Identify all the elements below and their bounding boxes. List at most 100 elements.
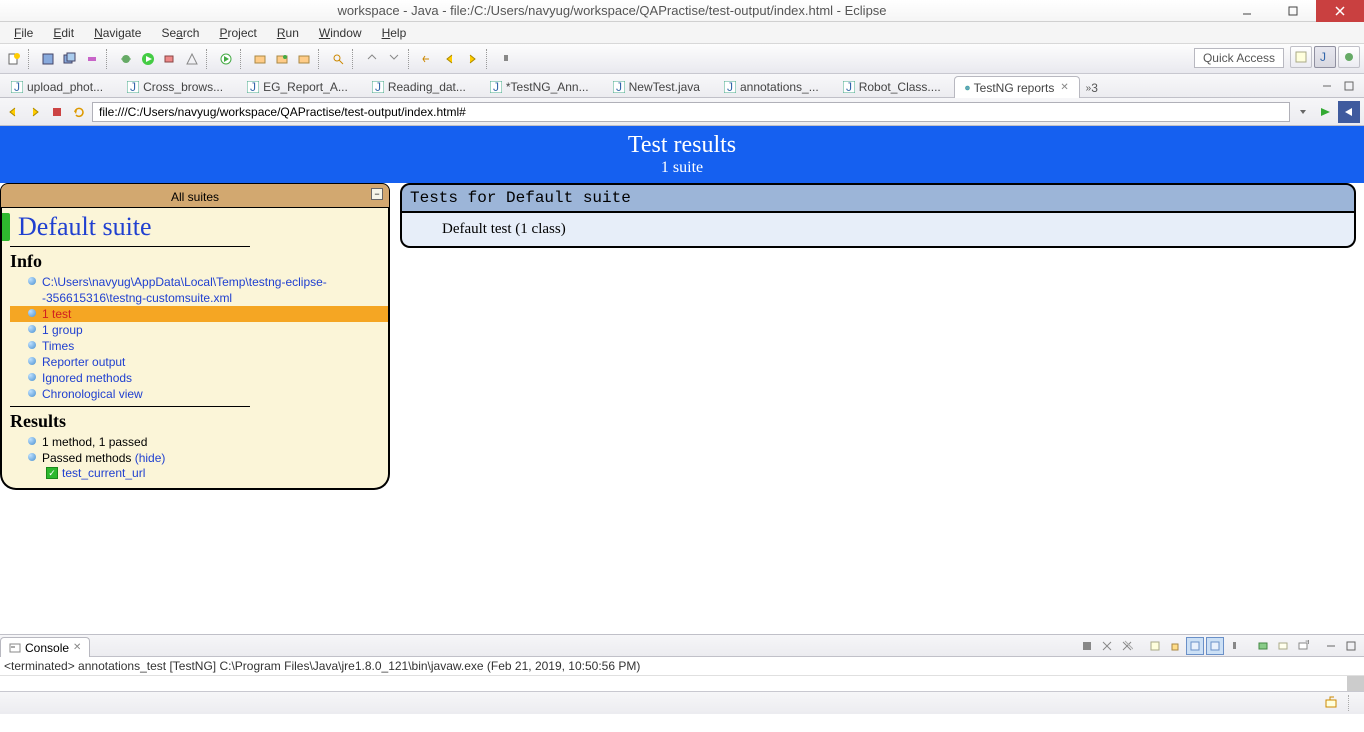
results-heading: Results — [10, 411, 380, 432]
back-button[interactable] — [440, 49, 460, 69]
info-item-1group[interactable]: 1 group — [28, 322, 380, 338]
maximize-editor-button[interactable] — [1340, 77, 1360, 97]
open-task-button[interactable] — [294, 49, 314, 69]
debug-perspective-button[interactable] — [1338, 46, 1360, 68]
tab-robot-class[interactable]: JRobot_Class.... — [832, 75, 952, 97]
save-all-button[interactable] — [60, 49, 80, 69]
console-showstd-button[interactable] — [1206, 637, 1224, 655]
menu-run[interactable]: Run — [267, 24, 309, 42]
console-minimize-button[interactable] — [1322, 637, 1340, 655]
menu-project[interactable]: Project — [209, 24, 266, 42]
console-wordwrap-button[interactable] — [1186, 637, 1204, 655]
close-tab-icon[interactable]: ✕ — [1060, 82, 1068, 93]
debug-button[interactable] — [116, 49, 136, 69]
coverage-button[interactable] — [182, 49, 202, 69]
minimize-button[interactable] — [1224, 0, 1270, 22]
console-pin-button[interactable] — [1226, 637, 1244, 655]
all-suites-header: All suites − — [0, 183, 390, 208]
menu-navigate[interactable]: Navigate — [84, 24, 151, 42]
toggle-button[interactable] — [82, 49, 102, 69]
next-annotation-button[interactable] — [384, 49, 404, 69]
console-scrollbar[interactable] — [1347, 676, 1364, 691]
report-subtitle: 1 suite — [0, 159, 1364, 177]
tab-testng-reports[interactable]: TestNG reports✕ — [954, 76, 1080, 98]
menubar: File Edit Navigate Search Project Run Wi… — [0, 22, 1364, 44]
close-button[interactable] — [1316, 0, 1364, 22]
menu-help[interactable]: Help — [372, 24, 417, 42]
quick-access[interactable]: Quick Access — [1194, 48, 1284, 68]
svg-text:J: J — [250, 81, 256, 93]
info-item-xml[interactable]: C:\Users\navyug\AppData\Local\Temp\testn… — [28, 274, 380, 306]
browser-refresh-button[interactable] — [70, 103, 88, 121]
console-display-button[interactable] — [1254, 637, 1272, 655]
console-new-button[interactable]: + — [1294, 637, 1312, 655]
info-item-reporter[interactable]: Reporter output — [28, 354, 380, 370]
report-title: Test results — [0, 132, 1364, 159]
console-terminate-button[interactable] — [1078, 637, 1096, 655]
default-test-row[interactable]: Default test (1 class) — [400, 213, 1356, 248]
menu-edit[interactable]: Edit — [43, 24, 84, 42]
console-scrolllock-button[interactable] — [1166, 637, 1184, 655]
tab-upload-phot[interactable]: Jupload_phot... — [0, 75, 114, 97]
run-last-button[interactable] — [160, 49, 180, 69]
menu-file[interactable]: File — [4, 24, 43, 42]
passed-test-link[interactable]: test_current_url — [62, 466, 145, 480]
console-view: Console ✕ + <terminated> annotations_tes… — [0, 634, 1364, 691]
save-button[interactable] — [38, 49, 58, 69]
hide-link[interactable]: (hide) — [135, 451, 166, 465]
console-output[interactable] — [0, 676, 1364, 691]
browser-back-button[interactable] — [4, 103, 22, 121]
annotation-button[interactable] — [362, 49, 382, 69]
info-item-1test[interactable]: 1 test — [10, 306, 388, 322]
console-maximize-button[interactable] — [1342, 637, 1360, 655]
tab-cross-brows[interactable]: JCross_brows... — [116, 75, 234, 97]
report-main: Tests for Default suite Default test (1 … — [400, 183, 1364, 634]
svg-text:J: J — [493, 81, 499, 93]
pin-button[interactable] — [496, 49, 516, 69]
tab-testng-ann[interactable]: J*TestNG_Ann... — [479, 75, 600, 97]
tab-eg-report[interactable]: JEG_Report_A... — [236, 75, 359, 97]
open-type-button[interactable] — [272, 49, 292, 69]
menu-search[interactable]: Search — [151, 24, 209, 42]
minimize-editor-button[interactable] — [1318, 77, 1338, 97]
new-package-button[interactable] — [216, 49, 236, 69]
menu-window[interactable]: Window — [309, 24, 372, 42]
tab-overflow-button[interactable]: »3 — [1082, 79, 1102, 97]
browser-forward-button[interactable] — [26, 103, 44, 121]
info-item-times[interactable]: Times — [28, 338, 380, 354]
console-tab[interactable]: Console ✕ — [0, 637, 90, 657]
info-item-chrono[interactable]: Chronological view — [28, 386, 380, 402]
run-button[interactable] — [138, 49, 158, 69]
status-icon[interactable] — [1324, 694, 1340, 713]
passed-test-row[interactable]: ✓ test_current_url — [10, 466, 380, 480]
info-item-ignored[interactable]: Ignored methods — [28, 370, 380, 386]
svg-text:J: J — [130, 81, 136, 93]
new-class-button[interactable] — [250, 49, 270, 69]
tab-annotations[interactable]: Jannotations_... — [713, 75, 830, 97]
url-input[interactable] — [92, 102, 1290, 122]
suite-status-stripe — [2, 213, 10, 241]
console-open-button[interactable] — [1274, 637, 1292, 655]
forward-button[interactable] — [462, 49, 482, 69]
last-edit-button[interactable] — [418, 49, 438, 69]
browser-stop-button[interactable] — [48, 103, 66, 121]
maximize-button[interactable] — [1270, 0, 1316, 22]
results-list: 1 method, 1 passed Passed methods (hide) — [10, 434, 380, 466]
browser-external-button[interactable] — [1338, 101, 1360, 123]
tab-newtest[interactable]: JNewTest.java — [602, 75, 711, 97]
java-perspective-button[interactable]: J — [1314, 46, 1336, 68]
collapse-icon[interactable]: − — [371, 188, 383, 200]
url-dropdown-button[interactable] — [1294, 103, 1312, 121]
suite-name[interactable]: Default suite — [18, 212, 152, 242]
console-close-icon[interactable]: ✕ — [73, 642, 81, 653]
new-button[interactable] — [4, 49, 24, 69]
console-remove-button[interactable] — [1098, 637, 1116, 655]
console-removeall-button[interactable] — [1118, 637, 1136, 655]
open-perspective-button[interactable] — [1290, 46, 1312, 68]
tab-reading-dat[interactable]: JReading_dat... — [361, 75, 477, 97]
browser-go-button[interactable] — [1316, 103, 1334, 121]
search-button[interactable] — [328, 49, 348, 69]
console-clear-button[interactable] — [1146, 637, 1164, 655]
main-toolbar: Quick Access J — [0, 44, 1364, 74]
svg-text:J: J — [1320, 50, 1326, 64]
